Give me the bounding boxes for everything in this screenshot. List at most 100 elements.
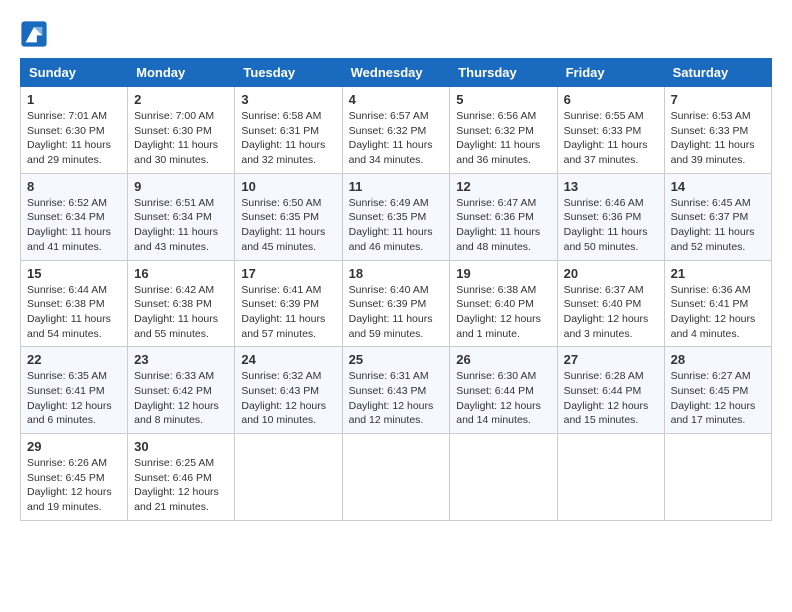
day-info: Sunrise: 6:44 AM Sunset: 6:38 PM Dayligh… xyxy=(27,283,121,342)
day-number: 16 xyxy=(134,266,228,281)
day-info: Sunrise: 6:36 AM Sunset: 6:41 PM Dayligh… xyxy=(671,283,765,342)
day-info: Sunrise: 6:30 AM Sunset: 6:44 PM Dayligh… xyxy=(456,369,550,428)
calendar-cell: 6 Sunrise: 6:55 AM Sunset: 6:33 PM Daylig… xyxy=(557,87,664,174)
calendar-cell: 12Sunrise: 6:47 AM Sunset: 6:36 PM Dayli… xyxy=(450,173,557,260)
calendar-cell xyxy=(342,434,450,521)
calendar-cell xyxy=(664,434,771,521)
logo-icon xyxy=(20,20,48,48)
col-header-tuesday: Tuesday xyxy=(235,59,342,87)
day-info: Sunrise: 6:57 AM Sunset: 6:32 PM Dayligh… xyxy=(349,109,444,168)
day-number: 7 xyxy=(671,92,765,107)
calendar-cell: 17 Sunrise: 6:41 AM Sunset: 6:39 PM Dayli… xyxy=(235,260,342,347)
day-info: Sunrise: 7:00 AM Sunset: 6:30 PM Dayligh… xyxy=(134,109,228,168)
calendar-cell: 28 Sunrise: 6:27 AM Sunset: 6:45 PM Dayli… xyxy=(664,347,771,434)
day-info: Sunrise: 6:37 AM Sunset: 6:40 PM Dayligh… xyxy=(564,283,658,342)
day-number: 29 xyxy=(27,439,121,454)
day-info: Sunrise: 6:55 AM Sunset: 6:33 PM Dayligh… xyxy=(564,109,658,168)
day-number: 13 xyxy=(564,179,658,194)
day-number: 8 xyxy=(27,179,121,194)
day-number: 11 xyxy=(349,179,444,194)
day-number: 6 xyxy=(564,92,658,107)
day-number: 23 xyxy=(134,352,228,367)
calendar-cell: 10 Sunrise: 6:50 AM Sunset: 6:35 PM Dayli… xyxy=(235,173,342,260)
day-number: 27 xyxy=(564,352,658,367)
day-info: Sunrise: 6:25 AM Sunset: 6:46 PM Dayligh… xyxy=(134,456,228,515)
day-number: 17 xyxy=(241,266,335,281)
day-number: 5 xyxy=(456,92,550,107)
day-info: Sunrise: 6:33 AM Sunset: 6:42 PM Dayligh… xyxy=(134,369,228,428)
day-info: Sunrise: 6:26 AM Sunset: 6:45 PM Dayligh… xyxy=(27,456,121,515)
day-info: Sunrise: 6:28 AM Sunset: 6:44 PM Dayligh… xyxy=(564,369,658,428)
day-info: Sunrise: 6:40 AM Sunset: 6:39 PM Dayligh… xyxy=(349,283,444,342)
day-info: Sunrise: 6:49 AM Sunset: 6:35 PM Dayligh… xyxy=(349,196,444,255)
calendar-cell: 22 Sunrise: 6:35 AM Sunset: 6:41 PM Dayli… xyxy=(21,347,128,434)
day-number: 19 xyxy=(456,266,550,281)
day-info: Sunrise: 6:58 AM Sunset: 6:31 PM Dayligh… xyxy=(241,109,335,168)
day-info: Sunrise: 7:01 AM Sunset: 6:30 PM Dayligh… xyxy=(27,109,121,168)
calendar-cell: 30 Sunrise: 6:25 AM Sunset: 6:46 PM Dayli… xyxy=(128,434,235,521)
col-header-monday: Monday xyxy=(128,59,235,87)
day-info: Sunrise: 6:45 AM Sunset: 6:37 PM Dayligh… xyxy=(671,196,765,255)
day-info: Sunrise: 6:50 AM Sunset: 6:35 PM Dayligh… xyxy=(241,196,335,255)
day-number: 2 xyxy=(134,92,228,107)
day-number: 15 xyxy=(27,266,121,281)
calendar-cell xyxy=(450,434,557,521)
calendar-table: SundayMondayTuesdayWednesdayThursdayFrid… xyxy=(20,58,772,521)
day-number: 30 xyxy=(134,439,228,454)
calendar-cell: 25 Sunrise: 6:31 AM Sunset: 6:43 PM Dayli… xyxy=(342,347,450,434)
day-info: Sunrise: 6:51 AM Sunset: 6:34 PM Dayligh… xyxy=(134,196,228,255)
calendar-cell: 18 Sunrise: 6:40 AM Sunset: 6:39 PM Dayli… xyxy=(342,260,450,347)
logo xyxy=(20,20,52,48)
day-info: Sunrise: 6:56 AM Sunset: 6:32 PM Dayligh… xyxy=(456,109,550,168)
calendar-cell: 19 Sunrise: 6:38 AM Sunset: 6:40 PM Dayli… xyxy=(450,260,557,347)
calendar-cell: 11 Sunrise: 6:49 AM Sunset: 6:35 PM Dayli… xyxy=(342,173,450,260)
calendar-cell xyxy=(235,434,342,521)
day-info: Sunrise: 6:31 AM Sunset: 6:43 PM Dayligh… xyxy=(349,369,444,428)
calendar-cell: 24 Sunrise: 6:32 AM Sunset: 6:43 PM Dayli… xyxy=(235,347,342,434)
col-header-thursday: Thursday xyxy=(450,59,557,87)
calendar-cell: 16 Sunrise: 6:42 AM Sunset: 6:38 PM Dayli… xyxy=(128,260,235,347)
day-number: 3 xyxy=(241,92,335,107)
col-header-saturday: Saturday xyxy=(664,59,771,87)
day-info: Sunrise: 6:38 AM Sunset: 6:40 PM Dayligh… xyxy=(456,283,550,342)
calendar-cell: 7 Sunrise: 6:53 AM Sunset: 6:33 PM Daylig… xyxy=(664,87,771,174)
calendar-cell: 20 Sunrise: 6:37 AM Sunset: 6:40 PM Dayli… xyxy=(557,260,664,347)
day-number: 10 xyxy=(241,179,335,194)
day-number: 28 xyxy=(671,352,765,367)
calendar-cell: 26 Sunrise: 6:30 AM Sunset: 6:44 PM Dayli… xyxy=(450,347,557,434)
calendar-cell: 4Sunrise: 6:57 AM Sunset: 6:32 PM Daylig… xyxy=(342,87,450,174)
calendar-cell: 29 Sunrise: 6:26 AM Sunset: 6:45 PM Dayli… xyxy=(21,434,128,521)
day-info: Sunrise: 6:47 AM Sunset: 6:36 PM Dayligh… xyxy=(456,196,550,255)
day-number: 9 xyxy=(134,179,228,194)
col-header-sunday: Sunday xyxy=(21,59,128,87)
calendar-cell: 2 Sunrise: 7:00 AM Sunset: 6:30 PM Daylig… xyxy=(128,87,235,174)
day-number: 25 xyxy=(349,352,444,367)
day-info: Sunrise: 6:53 AM Sunset: 6:33 PM Dayligh… xyxy=(671,109,765,168)
day-info: Sunrise: 6:42 AM Sunset: 6:38 PM Dayligh… xyxy=(134,283,228,342)
calendar-cell: 9 Sunrise: 6:51 AM Sunset: 6:34 PM Daylig… xyxy=(128,173,235,260)
day-info: Sunrise: 6:41 AM Sunset: 6:39 PM Dayligh… xyxy=(241,283,335,342)
day-number: 22 xyxy=(27,352,121,367)
calendar-cell xyxy=(557,434,664,521)
calendar-cell: 23 Sunrise: 6:33 AM Sunset: 6:42 PM Dayli… xyxy=(128,347,235,434)
col-header-friday: Friday xyxy=(557,59,664,87)
day-number: 1 xyxy=(27,92,121,107)
calendar-cell: 13 Sunrise: 6:46 AM Sunset: 6:36 PM Dayli… xyxy=(557,173,664,260)
day-number: 24 xyxy=(241,352,335,367)
day-info: Sunrise: 6:32 AM Sunset: 6:43 PM Dayligh… xyxy=(241,369,335,428)
calendar-cell: 1 Sunrise: 7:01 AM Sunset: 6:30 PM Daylig… xyxy=(21,87,128,174)
day-number: 20 xyxy=(564,266,658,281)
calendar-cell: 3 Sunrise: 6:58 AM Sunset: 6:31 PM Daylig… xyxy=(235,87,342,174)
calendar-cell: 5 Sunrise: 6:56 AM Sunset: 6:32 PM Daylig… xyxy=(450,87,557,174)
header xyxy=(20,20,772,48)
day-info: Sunrise: 6:46 AM Sunset: 6:36 PM Dayligh… xyxy=(564,196,658,255)
calendar-cell: 14Sunrise: 6:45 AM Sunset: 6:37 PM Dayli… xyxy=(664,173,771,260)
calendar-cell: 8 Sunrise: 6:52 AM Sunset: 6:34 PM Daylig… xyxy=(21,173,128,260)
day-info: Sunrise: 6:27 AM Sunset: 6:45 PM Dayligh… xyxy=(671,369,765,428)
calendar-cell: 15 Sunrise: 6:44 AM Sunset: 6:38 PM Dayli… xyxy=(21,260,128,347)
day-number: 18 xyxy=(349,266,444,281)
day-info: Sunrise: 6:52 AM Sunset: 6:34 PM Dayligh… xyxy=(27,196,121,255)
day-number: 26 xyxy=(456,352,550,367)
calendar-cell: 27 Sunrise: 6:28 AM Sunset: 6:44 PM Dayli… xyxy=(557,347,664,434)
day-info: Sunrise: 6:35 AM Sunset: 6:41 PM Dayligh… xyxy=(27,369,121,428)
